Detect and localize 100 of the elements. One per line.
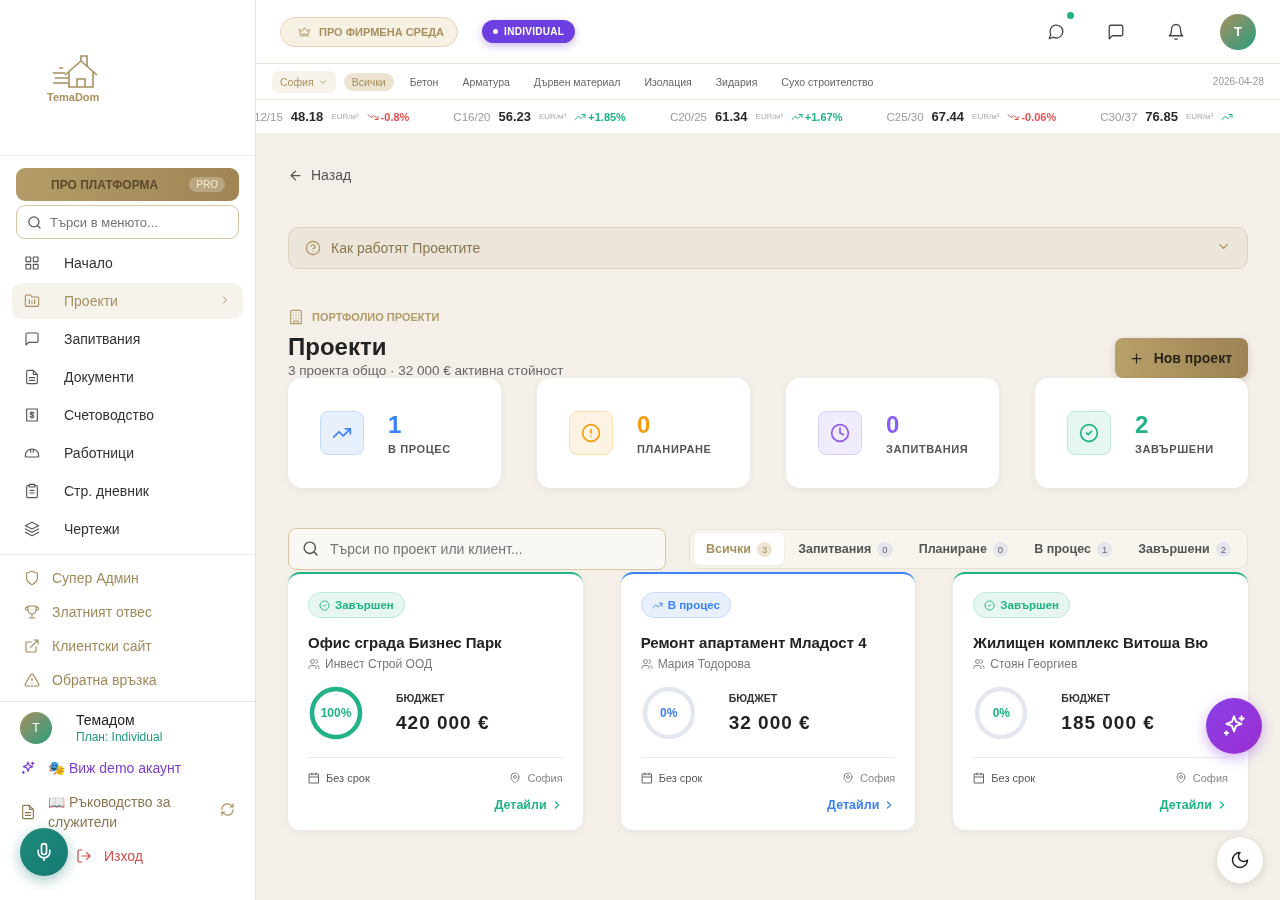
map-pin-icon [842,772,855,784]
budget-label: БЮДЖЕТ [1061,692,1111,704]
sidebar-link[interactable]: Клиентски сайт [24,629,255,663]
category-tab[interactable]: Дървен материал [525,72,629,91]
category-tab[interactable]: Арматура [454,72,518,91]
grid-icon [24,255,40,271]
price-change: +1.67% [804,110,843,123]
calendar-icon [640,772,653,784]
deadline: Без срок [991,772,1036,784]
project-title: Жилищен комплекс Витоша Вю [973,634,1210,651]
profile-avatar[interactable]: T [1220,13,1256,50]
count-badge: 0 [877,541,893,557]
category-tab[interactable]: Изолация [636,72,700,91]
budget-value: 420 000 € [396,712,490,734]
progress-percent: 0% [660,706,678,720]
budget-label: БЮДЖЕТ [396,692,446,704]
deadline: Без срок [326,772,370,784]
status-tag: Завършен [308,592,405,618]
calendar-icon [308,772,320,784]
sidebar-link[interactable]: Обратна връзка [24,663,255,697]
filter-tab[interactable]: Планиране 0 [906,533,1021,565]
nav-item[interactable]: Счетоводство [12,397,243,433]
budget-label: БЮДЖЕТ [728,692,779,704]
menu-search-field[interactable]: Търси в менюто... [16,205,239,239]
price-change: -0.8% [380,110,410,123]
page-subtitle: 3 проекта общо · 32 000 € активна стойност [288,363,564,378]
nav-item[interactable]: Чертежи [12,511,243,547]
filter-tab[interactable]: В процес 1 [1022,533,1125,565]
project-search-field[interactable]: Търси по проект или клиент... [288,528,666,570]
map-pin-icon [1174,772,1187,784]
progress-ring [973,685,1030,741]
budget-value: 185 000 € [1061,712,1155,734]
dollar-document-icon [24,407,40,423]
concrete-grade: C30/37 [1100,110,1138,123]
category-tab[interactable]: Зидария [707,72,766,91]
map-pin-icon [509,772,522,784]
nav-item[interactable]: Стр. дневник [12,473,243,509]
pro-badge: PRO [189,177,225,192]
city: София [527,772,563,784]
category-tab[interactable]: Сухо строителство [773,72,882,91]
price: 76.85 [1145,109,1178,124]
microphone-icon [34,842,54,862]
help-icon [305,240,321,256]
clock-icon [830,423,850,443]
nav-item[interactable]: Документи [12,359,243,395]
hard-hat-icon [24,445,40,461]
trophy-icon [24,604,40,620]
sparkle-icon [20,760,36,776]
price: 67.44 [931,109,965,124]
demo-account-link[interactable]: 🎭 Виж demo акаунт [20,760,235,776]
stat-label: ЗАВЪРШЕНИ [1135,443,1214,455]
filter-tab[interactable]: Запитвания 0 [786,533,905,565]
count-badge: 3 [756,541,773,557]
users-icon [640,658,653,670]
users-icon [308,658,320,670]
project-title: Офис сграда Бизнес Парк [308,634,503,651]
back-link[interactable]: Назад [288,167,1248,183]
filter-tab[interactable]: Всички 3 [694,533,785,565]
price-unit: EUR/м³ [972,112,1000,121]
document-icon [20,804,36,820]
concrete-grade: C25/30 [886,110,924,123]
stat-label: ПЛАНИРАНЕ [637,443,712,455]
help-accordion[interactable]: Как работят Проектите [288,227,1248,269]
details-link[interactable]: Детайли [827,798,896,812]
logout-link[interactable]: Изход [76,848,143,864]
layers-icon [24,521,40,537]
filter-tab[interactable]: Завършени 2 [1126,533,1243,565]
nav-item[interactable]: Работници [12,435,243,471]
nav-item[interactable]: Запитвания [12,321,243,357]
new-project-button[interactable]: Нов проект [1114,338,1248,378]
progress-percent: 100% [320,706,352,720]
price-change: +1.85% [588,110,626,123]
refresh-icon [220,802,235,817]
price-change: -0.06% [1021,110,1057,123]
sidebar-link[interactable]: Супер Админ [24,561,255,595]
user-avatar: T [20,712,52,744]
category-tab[interactable]: Бетон [401,72,447,91]
stat-label: ЗАПИТВАНИЯ [886,443,969,455]
progress-ring [640,685,697,741]
stat-value: 0 [886,411,901,439]
pro-platform-button[interactable]: ПРО ПЛАТФОРМА PRO [16,168,239,201]
moon-icon [1230,850,1250,870]
clipboard-icon [24,483,40,499]
sidebar-link[interactable]: Златният отвес [24,595,255,629]
client-name: Инвест Строй ООД [325,657,433,671]
warning-icon [24,672,40,688]
progress-ring [308,685,364,741]
stat-value: 0 [637,411,652,439]
sparkle-icon [1221,713,1247,739]
city: София [860,772,896,784]
plan-label: План: Individual [76,730,163,744]
calendar-icon [973,772,986,784]
concrete-grade: C20/25 [669,110,707,123]
page-title: Проекти [288,333,388,361]
nav-item[interactable]: Начало [12,245,243,281]
price-unit: EUR/м³ [331,112,359,121]
staff-guide-link[interactable]: 📖 Ръководство за служители [20,792,235,832]
building-icon [288,309,304,325]
client-name: Стоян Георгиев [990,657,1078,671]
price-unit: EUR/м³ [1185,112,1214,121]
